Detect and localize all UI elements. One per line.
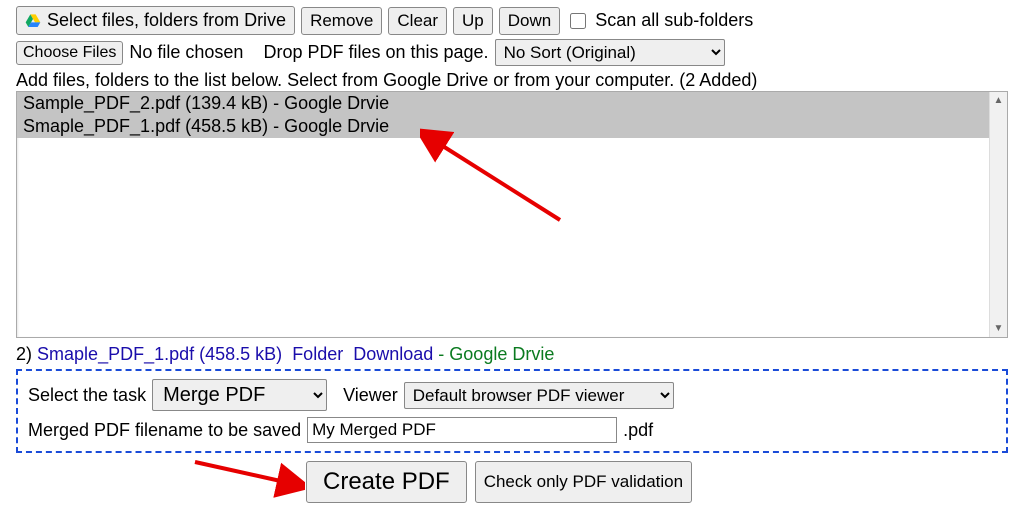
create-pdf-button[interactable]: Create PDF xyxy=(306,461,467,503)
task-panel: Select the task Merge PDF Viewer Default… xyxy=(16,369,1008,453)
down-button[interactable]: Down xyxy=(499,7,560,35)
file-listbox[interactable]: Sample_PDF_2.pdf (139.4 kB) - Google Drv… xyxy=(16,91,1008,338)
drive-select-button[interactable]: Select files, folders from Drive xyxy=(16,6,295,35)
download-link[interactable]: Download xyxy=(353,344,433,364)
folder-link[interactable]: Folder xyxy=(292,344,343,364)
filename-input[interactable] xyxy=(307,417,617,443)
up-button[interactable]: Up xyxy=(453,7,493,35)
list-item[interactable]: Smaple_PDF_1.pdf (458.5 kB) - Google Drv… xyxy=(17,115,999,138)
filename-label: Merged PDF filename to be saved xyxy=(28,420,301,441)
google-drive-icon xyxy=(25,13,41,29)
scroll-down-icon[interactable]: ▼ xyxy=(990,320,1007,337)
sort-select[interactable]: No Sort (Original) xyxy=(495,39,725,66)
no-file-chosen-label: No file chosen xyxy=(129,42,243,63)
selected-index: 2) xyxy=(16,344,32,364)
source-label: Google Drvie xyxy=(449,344,554,364)
instruction-text: Add files, folders to the list below. Se… xyxy=(16,70,1008,91)
remove-button[interactable]: Remove xyxy=(301,7,382,35)
drive-select-label: Select files, folders from Drive xyxy=(47,10,286,31)
task-select[interactable]: Merge PDF xyxy=(152,379,327,411)
ext-label: .pdf xyxy=(623,420,653,441)
scrollbar[interactable]: ▲ ▼ xyxy=(989,92,1007,337)
selected-filename-link[interactable]: Smaple_PDF_1.pdf (458.5 kB) xyxy=(37,344,282,364)
viewer-label: Viewer xyxy=(343,385,398,406)
drop-hint-label: Drop PDF files on this page. xyxy=(263,42,488,63)
scroll-up-icon[interactable]: ▲ xyxy=(990,92,1007,109)
selected-file-row: 2) Smaple_PDF_1.pdf (458.5 kB) Folder Do… xyxy=(16,344,1008,365)
task-label: Select the task xyxy=(28,385,146,406)
source-sep: - xyxy=(433,344,449,364)
scan-subfolders-label: Scan all sub-folders xyxy=(595,10,753,31)
scan-subfolders-checkbox[interactable] xyxy=(570,13,586,29)
clear-button[interactable]: Clear xyxy=(388,7,447,35)
viewer-select[interactable]: Default browser PDF viewer xyxy=(404,382,674,409)
list-item[interactable]: Sample_PDF_2.pdf (139.4 kB) - Google Drv… xyxy=(17,92,999,115)
choose-files-button[interactable]: Choose Files xyxy=(16,41,123,65)
check-validation-button[interactable]: Check only PDF validation xyxy=(475,461,692,503)
